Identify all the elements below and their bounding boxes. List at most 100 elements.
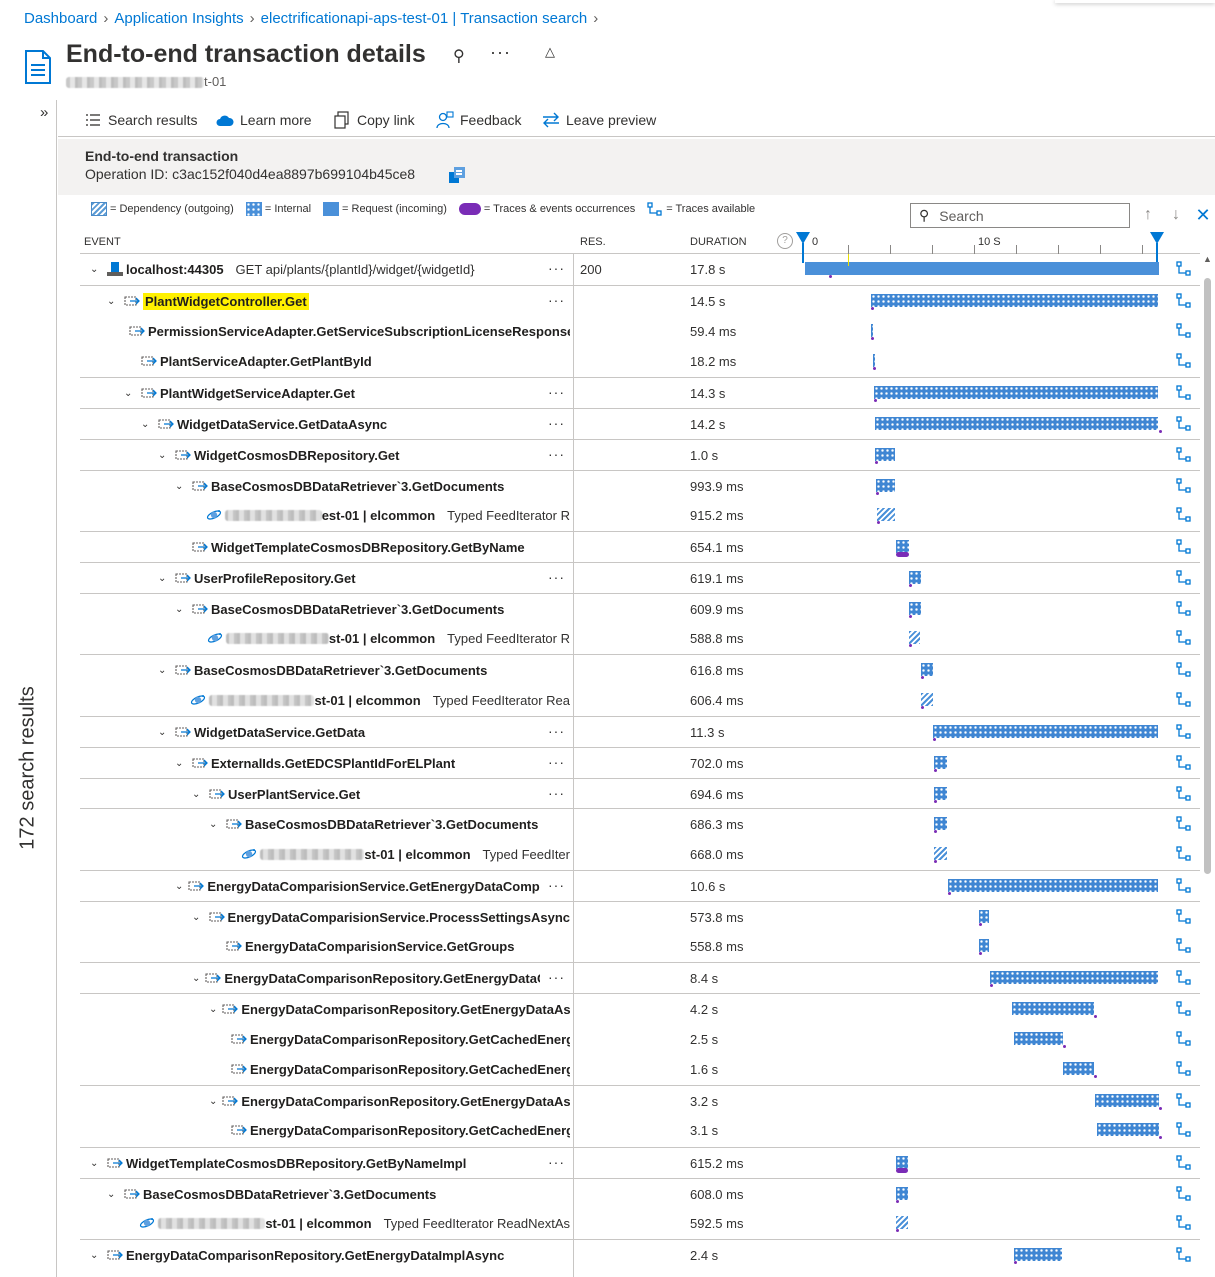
feedback-bell-icon[interactable]: △ — [545, 44, 555, 60]
pin-icon[interactable]: ⚲ — [453, 46, 465, 66]
vertical-scrollbar[interactable]: ▲ — [1201, 254, 1213, 1277]
row-more-options-icon[interactable]: ··· — [548, 446, 565, 462]
traces-available-icon[interactable] — [1176, 630, 1192, 646]
leave-preview-button[interactable]: Leave preview — [542, 108, 656, 132]
dependency-timeline-bar[interactable] — [909, 631, 920, 644]
internal-timeline-bar[interactable] — [979, 939, 989, 952]
trace-occurrence-marker[interactable] — [909, 644, 912, 647]
table-row[interactable]: EnergyDataComparisonRepository.GetCached… — [80, 1024, 1200, 1055]
chevron-down-icon[interactable]: ⌄ — [141, 419, 153, 430]
close-search-button[interactable]: ✕ — [1192, 204, 1214, 226]
table-row[interactable]: WidgetTemplateCosmosDBRepository.GetByNa… — [80, 531, 1200, 562]
chevron-down-icon[interactable]: ⌄ — [107, 296, 119, 307]
trace-occurrence-marker[interactable] — [829, 275, 832, 278]
table-row[interactable]: EnergyDataComparisionService.GetGroups 55… — [80, 931, 1200, 962]
table-row[interactable]: ⌄ UserProfileRepository.Get ··· 619.1 ms — [80, 562, 1200, 593]
row-more-options-icon[interactable]: ··· — [548, 569, 565, 585]
table-row[interactable]: ⌄ BaseCosmosDBDataRetriever`3.GetDocument… — [80, 1178, 1200, 1209]
traces-available-icon[interactable] — [1176, 1186, 1192, 1202]
breadcrumb-dashboard[interactable]: Dashboard — [24, 10, 97, 27]
traces-available-icon[interactable] — [1176, 970, 1192, 986]
trace-occurrence-marker[interactable] — [909, 584, 912, 587]
table-row[interactable]: ⌄ WidgetDataService.GetData ··· 11.3 s — [80, 716, 1200, 747]
trace-occurrence-marker[interactable] — [1094, 1075, 1097, 1078]
internal-timeline-bar[interactable] — [979, 910, 989, 923]
dependency-timeline-bar[interactable] — [921, 693, 933, 706]
internal-timeline-bar[interactable] — [873, 354, 875, 367]
internal-timeline-bar[interactable] — [875, 448, 895, 461]
internal-timeline-bar[interactable] — [934, 817, 947, 830]
chevron-down-icon[interactable]: ⌄ — [209, 1096, 217, 1107]
column-duration[interactable]: DURATION — [690, 236, 747, 248]
internal-timeline-bar[interactable] — [1097, 1123, 1159, 1136]
previous-match-button[interactable]: ↑ — [1137, 204, 1159, 226]
row-more-options-icon[interactable]: ··· — [548, 415, 565, 431]
chevron-down-icon[interactable]: ⌄ — [158, 450, 170, 461]
chevron-down-icon[interactable]: ⌄ — [192, 789, 204, 800]
chevron-down-icon[interactable]: ⌄ — [107, 1189, 119, 1200]
internal-timeline-bar[interactable] — [871, 324, 873, 337]
table-row[interactable]: ⌄ UserPlantService.Get ··· 694.6 ms — [80, 778, 1200, 809]
column-event[interactable]: EVENT — [84, 236, 121, 248]
traces-available-icon[interactable] — [1176, 1001, 1192, 1017]
view-all-telemetry-icon[interactable] — [448, 166, 466, 184]
traces-available-icon[interactable] — [1176, 755, 1192, 771]
table-row[interactable]: ⌄ WidgetTemplateCosmosDBRepository.GetByN… — [80, 1147, 1200, 1178]
traces-available-icon[interactable] — [1176, 692, 1192, 708]
dependency-timeline-bar[interactable] — [877, 508, 895, 521]
copy-link-button[interactable]: Copy link — [333, 108, 415, 132]
table-row[interactable]: ⌄ localhost:44305 GET api/plants/{plantId}… — [80, 254, 1200, 285]
trace-occurrence-marker[interactable] — [873, 367, 876, 370]
traces-available-icon[interactable] — [1176, 878, 1192, 894]
expand-rail-icon[interactable]: » — [40, 104, 48, 121]
internal-timeline-bar[interactable] — [934, 787, 947, 800]
internal-timeline-bar[interactable] — [1095, 1094, 1159, 1107]
chevron-down-icon[interactable]: ⌄ — [158, 665, 170, 676]
chevron-down-icon[interactable]: ⌄ — [209, 819, 221, 830]
internal-timeline-bar[interactable] — [1063, 1062, 1094, 1075]
internal-timeline-bar[interactable] — [896, 1187, 908, 1200]
traces-available-icon[interactable] — [1176, 1122, 1192, 1138]
search-input[interactable]: ⚲ Search — [910, 203, 1130, 228]
trace-occurrence-marker[interactable] — [1014, 1261, 1017, 1264]
trace-occurrence-marker[interactable] — [934, 830, 937, 833]
row-more-options-icon[interactable]: ··· — [548, 384, 565, 400]
traces-available-icon[interactable] — [1176, 416, 1192, 432]
row-more-options-icon[interactable]: ··· — [548, 754, 565, 770]
chevron-down-icon[interactable]: ⌄ — [209, 1004, 217, 1015]
internal-timeline-bar[interactable] — [874, 386, 1158, 399]
table-row[interactable]: PlantServiceAdapter.GetPlantById 18.2 ms — [80, 346, 1200, 377]
trace-occurrence-marker[interactable] — [921, 676, 924, 679]
chevron-down-icon[interactable]: ⌄ — [124, 388, 136, 399]
trace-occurrence-marker[interactable] — [921, 706, 924, 709]
row-more-options-icon[interactable]: ··· — [548, 1154, 565, 1170]
column-res[interactable]: RES. — [580, 236, 606, 248]
internal-timeline-bar[interactable] — [948, 879, 1158, 892]
row-more-options-icon[interactable]: ··· — [548, 877, 565, 893]
row-more-options-icon[interactable]: ··· — [548, 785, 565, 801]
traces-available-icon[interactable] — [1176, 261, 1192, 277]
chevron-down-icon[interactable]: ⌄ — [175, 481, 187, 492]
table-row[interactable]: ⌄ EnergyDataComparisionService.ProcessSet… — [80, 901, 1200, 932]
table-row[interactable]: ⌄ EnergyDataComparisonRepository.GetEnerg… — [80, 1239, 1200, 1270]
trace-occurrence-marker[interactable] — [875, 461, 878, 464]
search-results-count[interactable]: 172 search results — [17, 686, 40, 849]
traces-available-icon[interactable] — [1176, 601, 1192, 617]
traces-available-icon[interactable] — [1176, 938, 1192, 954]
table-row[interactable]: ⌄ BaseCosmosDBDataRetriever`3.GetDocument… — [80, 593, 1200, 624]
learn-more-button[interactable]: Learn more — [216, 108, 312, 132]
internal-timeline-bar[interactable] — [876, 479, 895, 492]
dependency-timeline-bar[interactable] — [896, 1216, 908, 1229]
internal-timeline-bar[interactable] — [1014, 1248, 1062, 1261]
internal-timeline-bar[interactable] — [1014, 1032, 1063, 1045]
traces-available-icon[interactable] — [1176, 1031, 1192, 1047]
trace-occurrence-marker[interactable] — [1063, 1045, 1066, 1048]
traces-available-icon[interactable] — [1176, 816, 1192, 832]
chevron-down-icon[interactable]: ⌄ — [90, 1250, 102, 1261]
table-row[interactable]: ⌄ BaseCosmosDBDataRetriever`3.GetDocument… — [80, 808, 1200, 839]
traces-available-icon[interactable] — [1176, 1247, 1192, 1263]
help-icon[interactable]: ? — [777, 233, 793, 249]
table-row[interactable]: ⌄ EnergyDataComparisionService.GetEnergyD… — [80, 870, 1200, 901]
chevron-down-icon[interactable]: ⌄ — [90, 1158, 102, 1169]
trace-occurrence-marker[interactable] — [979, 952, 982, 955]
